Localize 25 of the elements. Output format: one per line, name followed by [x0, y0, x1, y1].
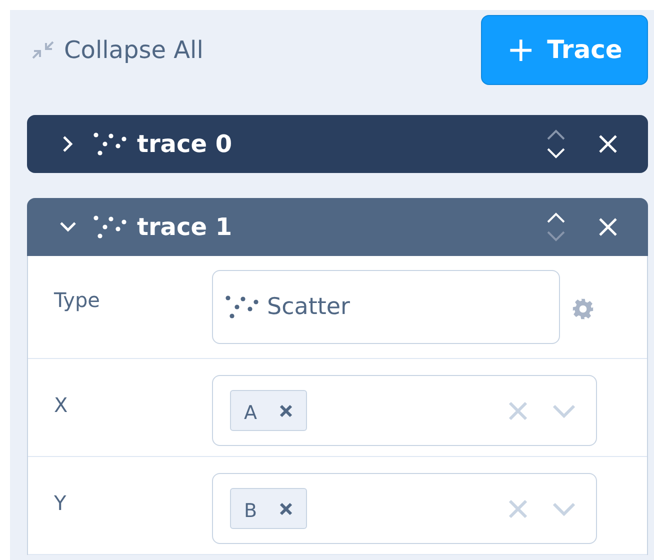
remove-tag-icon[interactable] [279, 502, 294, 516]
column-select[interactable]: B [212, 473, 597, 544]
remove-tag-icon[interactable] [279, 404, 293, 418]
trace-header[interactable]: trace 1 [27, 198, 648, 256]
close-icon[interactable] [598, 217, 618, 237]
tag-label: B [244, 499, 258, 524]
move-up-icon[interactable] [546, 129, 566, 141]
trace-name: trace 1 [137, 212, 232, 243]
tag-label: A [244, 401, 257, 426]
field-label: Type [53, 287, 101, 314]
field-label: Y [53, 490, 68, 517]
plus-icon: + [506, 33, 536, 67]
chevron-right-icon[interactable] [62, 135, 74, 153]
collapse-all-link[interactable]: Collapse All [64, 32, 204, 68]
add-trace-button[interactable]: + Trace [481, 15, 648, 85]
scatter-icon [93, 214, 127, 240]
field-label: X [53, 392, 69, 419]
trace-name: trace 0 [137, 129, 232, 160]
chevron-down-icon[interactable] [59, 221, 77, 233]
column-select[interactable]: A [212, 375, 597, 446]
scatter-icon [93, 131, 127, 157]
type-dropdown[interactable]: Scatter [212, 270, 560, 344]
trace-header[interactable]: trace 0 [27, 115, 648, 173]
scatter-icon [225, 294, 259, 320]
close-icon[interactable] [598, 134, 618, 154]
